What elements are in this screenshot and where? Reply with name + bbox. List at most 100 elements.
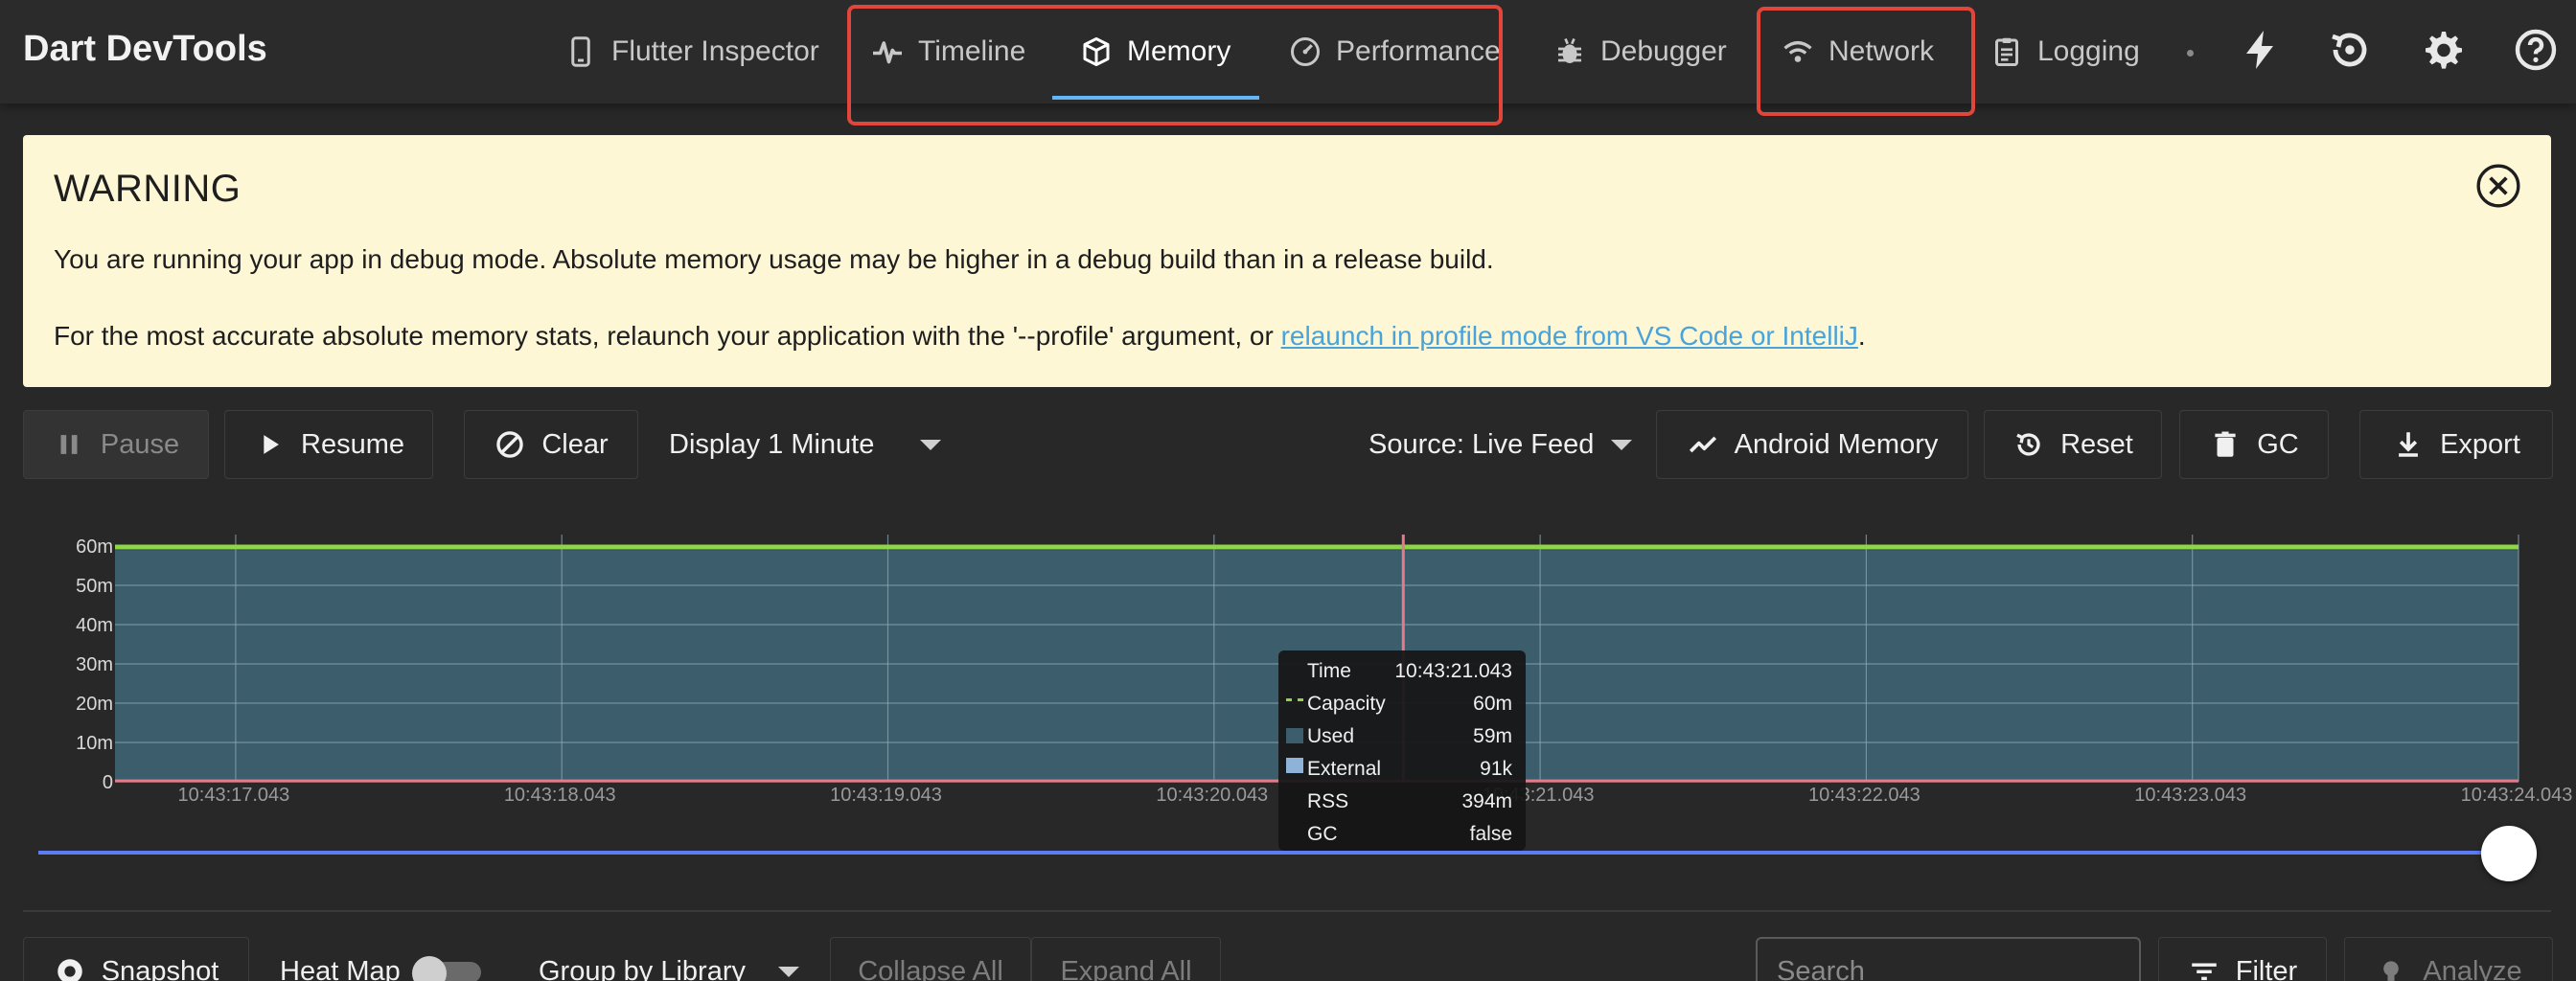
chevron-down-icon bbox=[920, 439, 942, 450]
debug-warning-banner: WARNING You are running your app in debu… bbox=[23, 135, 2551, 387]
tooltip-row-time: Time 10:43:21.043 bbox=[1307, 655, 1512, 688]
pause-label: Pause bbox=[100, 428, 180, 460]
x-tick-label: 10:43:17.043 bbox=[178, 785, 290, 806]
reset-button[interactable]: Reset bbox=[1984, 410, 2162, 479]
heat-map-text: Heat Map bbox=[280, 955, 401, 981]
source-value: Source: Live Feed bbox=[1368, 428, 1595, 460]
snapshot-button[interactable]: Snapshot bbox=[23, 937, 249, 981]
heat-map-toggle[interactable] bbox=[412, 956, 483, 981]
display-interval-value: Display 1 Minute bbox=[669, 428, 875, 460]
filter-icon bbox=[2188, 955, 2220, 981]
section-divider bbox=[23, 910, 2551, 912]
tab-label: Debugger bbox=[1600, 35, 1727, 67]
tab-label: Flutter Inspector bbox=[611, 35, 819, 67]
x-tick-label: 10:43:19.043 bbox=[830, 785, 942, 806]
history-icon bbox=[2012, 428, 2045, 461]
timeline-range-slider[interactable] bbox=[38, 851, 2511, 855]
tooltip-label: GC bbox=[1307, 823, 1338, 845]
tooltip-value: 59m bbox=[1473, 725, 1512, 747]
chevron-down-icon bbox=[778, 966, 799, 977]
help-icon[interactable] bbox=[2513, 27, 2559, 73]
pause-button[interactable]: Pause bbox=[23, 410, 209, 479]
android-memory-label: Android Memory bbox=[1734, 428, 1939, 460]
tooltip-value: false bbox=[1469, 823, 1512, 845]
expand-all-button[interactable]: Expand All bbox=[1031, 937, 1221, 981]
collapse-all-button[interactable]: Collapse All bbox=[830, 937, 1031, 981]
collapse-all-label: Collapse All bbox=[858, 955, 1003, 981]
source-dropdown[interactable]: Source: Live Feed bbox=[1368, 410, 1633, 479]
analyze-label: Analyze bbox=[2423, 955, 2522, 981]
group-by-value: Group by Library bbox=[539, 955, 746, 981]
tab-debugger[interactable]: Debugger bbox=[1552, 0, 1727, 103]
block-icon bbox=[494, 428, 526, 461]
x-tick-label: 10:43:18.043 bbox=[504, 785, 616, 806]
history-icon[interactable] bbox=[2327, 27, 2373, 73]
display-interval-dropdown[interactable]: Display 1 Minute bbox=[669, 410, 942, 479]
export-button[interactable]: Export bbox=[2359, 410, 2553, 479]
search-input[interactable] bbox=[1756, 937, 2141, 981]
y-tick-label: 10m bbox=[76, 733, 113, 754]
y-tick-label: 0 bbox=[103, 772, 113, 793]
phone-icon bbox=[564, 34, 598, 69]
tooltip-value: 10:43:21.043 bbox=[1394, 660, 1512, 682]
resume-button[interactable]: Resume bbox=[224, 410, 433, 479]
warning-title: WARNING bbox=[54, 168, 242, 210]
clear-button[interactable]: Clear bbox=[464, 410, 638, 479]
filter-button[interactable]: Filter bbox=[2158, 937, 2327, 981]
tab-label: Logging bbox=[2037, 35, 2140, 67]
chevron-down-icon bbox=[1611, 439, 1633, 450]
y-tick-label: 20m bbox=[76, 694, 113, 715]
separator-dot bbox=[2187, 50, 2194, 57]
camera-icon bbox=[54, 955, 86, 981]
toggle-knob bbox=[412, 956, 447, 981]
filter-label: Filter bbox=[2235, 955, 2298, 981]
heat-map-label: Heat Map bbox=[280, 937, 401, 981]
x-tick-label: 10:43:20.043 bbox=[1156, 785, 1268, 806]
snapshot-label: Snapshot bbox=[101, 955, 219, 981]
trend-icon bbox=[1687, 428, 1719, 461]
trash-icon bbox=[2209, 428, 2242, 461]
tooltip-row-rss: RSS 394m bbox=[1307, 786, 1512, 818]
bug-icon bbox=[1552, 34, 1587, 69]
warning-instructions: For the most accurate absolute memory st… bbox=[54, 321, 1866, 352]
tooltip-label: Capacity bbox=[1307, 693, 1386, 715]
x-tick-label: 10:43:22.043 bbox=[1808, 785, 1920, 806]
x-tick-label: 10:43:23.043 bbox=[2134, 785, 2246, 806]
tooltip-row-gc: GC false bbox=[1307, 818, 1512, 851]
reset-label: Reset bbox=[2060, 428, 2133, 460]
group-by-dropdown[interactable]: Group by Library bbox=[539, 937, 799, 981]
export-label: Export bbox=[2440, 428, 2520, 460]
x-tick-label: 10:43:24.043 bbox=[2461, 785, 2573, 806]
warning-instructions-text: For the most accurate absolute memory st… bbox=[54, 321, 1281, 351]
bolt-icon[interactable] bbox=[2237, 27, 2283, 73]
y-tick-label: 60m bbox=[76, 536, 113, 558]
tooltip-value: 394m bbox=[1461, 790, 1512, 812]
tooltip-value: 91k bbox=[1480, 758, 1512, 780]
clear-label: Clear bbox=[541, 428, 609, 460]
gc-button[interactable]: GC bbox=[2179, 410, 2329, 479]
tooltip-label: External bbox=[1307, 758, 1382, 780]
warning-message: You are running your app in debug mode. … bbox=[54, 244, 1494, 274]
highlight-box-timeline-memory-performance bbox=[847, 5, 1503, 125]
y-tick-label: 40m bbox=[76, 615, 113, 636]
expand-all-label: Expand All bbox=[1060, 955, 1192, 981]
android-memory-button[interactable]: Android Memory bbox=[1656, 410, 1968, 479]
resume-label: Resume bbox=[301, 428, 404, 460]
y-tick-label: 30m bbox=[76, 654, 113, 675]
close-icon[interactable] bbox=[2474, 162, 2522, 210]
play-icon bbox=[253, 428, 286, 461]
gear-icon[interactable] bbox=[2421, 27, 2467, 73]
pause-icon bbox=[53, 428, 85, 461]
tooltip-label: Time bbox=[1307, 660, 1351, 682]
tab-flutter-inspector[interactable]: Flutter Inspector bbox=[564, 0, 819, 103]
clipboard-icon bbox=[1990, 34, 2024, 69]
analyze-button[interactable]: Analyze bbox=[2344, 937, 2553, 981]
y-tick-label: 50m bbox=[76, 576, 113, 597]
capacity-legend-swatch bbox=[1286, 698, 1303, 702]
download-icon bbox=[2392, 428, 2425, 461]
app-bar: Dart DevTools Flutter Inspector Timeline… bbox=[0, 0, 2576, 125]
tooltip-row-used: Used 59m bbox=[1307, 720, 1512, 753]
timeline-slider-handle[interactable] bbox=[2481, 826, 2537, 881]
relaunch-profile-link[interactable]: relaunch in profile mode from VS Code or… bbox=[1281, 321, 1858, 351]
tab-logging[interactable]: Logging bbox=[1990, 0, 2140, 103]
